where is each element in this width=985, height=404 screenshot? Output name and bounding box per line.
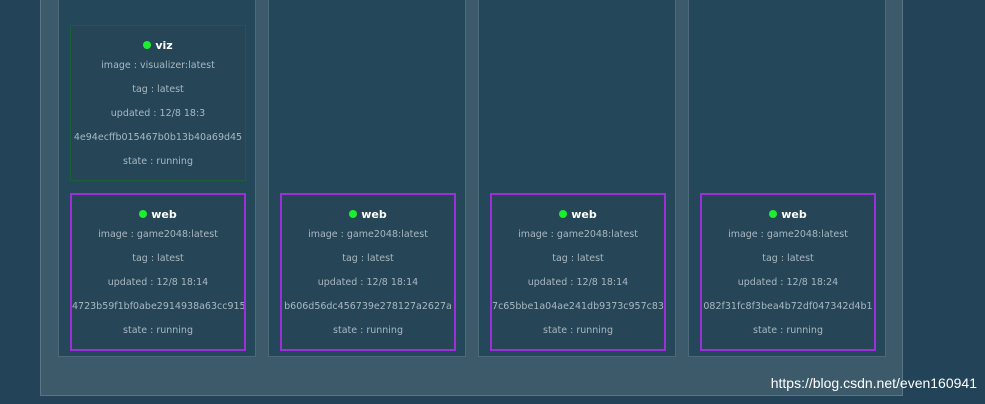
- container-updated: updated : 12/8 18:14: [107, 277, 209, 288]
- watermark: https://blog.csdn.net/even160941: [770, 375, 977, 391]
- node-2: web image : game2048:latest tag : latest…: [268, 0, 466, 357]
- status-dot-icon: [143, 41, 152, 49]
- container-web[interactable]: web image : game2048:latest tag : latest…: [70, 193, 246, 351]
- container-image: image : game2048:latest: [98, 229, 218, 240]
- container-tag: tag : latest: [342, 253, 394, 264]
- container-image: image : game2048:latest: [518, 229, 638, 240]
- container-updated: updated : 12/8 18:14: [527, 277, 629, 288]
- container-id: 4723b59f1bf0abe2914938a63cc915: [72, 301, 244, 312]
- container-web[interactable]: web image : game2048:latest tag : latest…: [700, 193, 876, 351]
- container-name: web: [361, 208, 387, 221]
- container-state: state : running: [123, 156, 193, 167]
- container-tag: tag : latest: [132, 253, 184, 264]
- container-updated: updated : 12/8 18:14: [317, 277, 419, 288]
- container-web[interactable]: web image : game2048:latest tag : latest…: [280, 193, 456, 351]
- container-image: image : game2048:latest: [308, 229, 428, 240]
- container-id: 082f31fc8f3bea4b72df047342d4b1: [703, 301, 873, 312]
- status-dot-icon: [139, 210, 148, 218]
- node-1: viz image : visualizer:latest tag : late…: [58, 0, 256, 357]
- container-updated: updated : 12/8 18:3: [110, 108, 206, 119]
- container-id: 4e94ecffb015467b0b13b40a69d45: [73, 132, 243, 143]
- container-id: 7c65bbe1a04ae241db9373c957c83: [492, 301, 664, 312]
- status-dot-icon: [769, 210, 778, 218]
- container-tag: tag : latest: [552, 253, 604, 264]
- container-web[interactable]: web image : game2048:latest tag : latest…: [490, 193, 666, 351]
- container-tag: tag : latest: [132, 84, 184, 95]
- node-3: web image : game2048:latest tag : latest…: [478, 0, 676, 357]
- swarm-cluster: viz image : visualizer:latest tag : late…: [40, 0, 903, 396]
- container-id: b606d56dc456739e278127a2627a: [284, 301, 452, 312]
- container-state: state : running: [333, 325, 403, 336]
- container-name: web: [151, 208, 177, 221]
- container-viz[interactable]: viz image : visualizer:latest tag : late…: [70, 25, 246, 181]
- container-tag: tag : latest: [762, 253, 814, 264]
- container-state: state : running: [753, 325, 823, 336]
- container-name: web: [781, 208, 807, 221]
- container-image: image : visualizer:latest: [101, 60, 215, 71]
- container-name: web: [571, 208, 597, 221]
- node-4: web image : game2048:latest tag : latest…: [688, 0, 886, 357]
- container-image: image : game2048:latest: [728, 229, 848, 240]
- container-state: state : running: [543, 325, 613, 336]
- container-updated: updated : 12/8 18:24: [737, 277, 839, 288]
- container-state: state : running: [123, 325, 193, 336]
- container-name: viz: [155, 39, 173, 52]
- status-dot-icon: [559, 210, 568, 218]
- status-dot-icon: [349, 210, 358, 218]
